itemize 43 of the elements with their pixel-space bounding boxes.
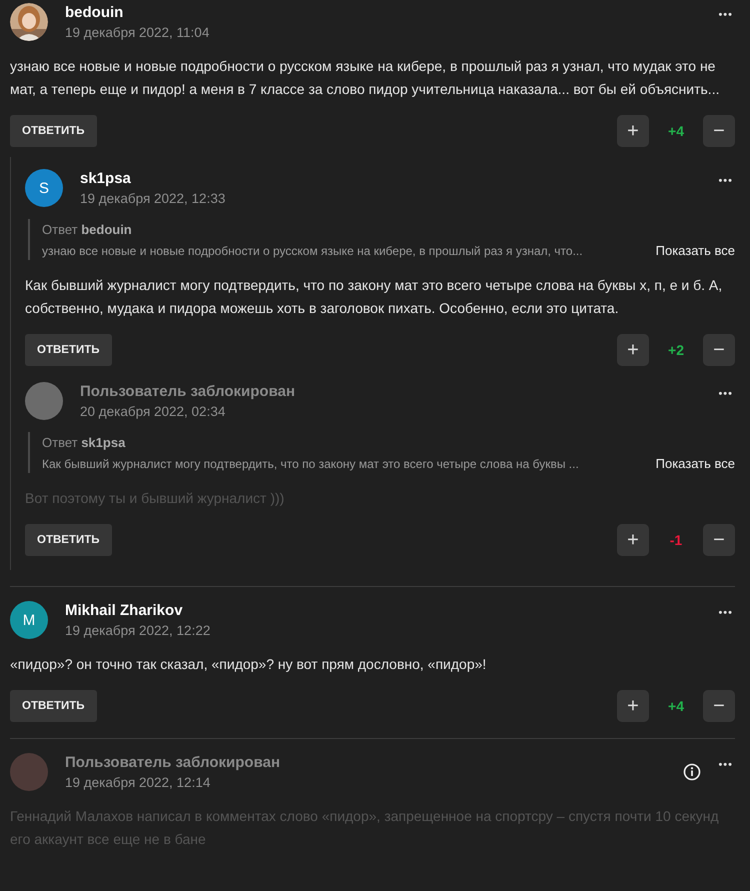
user-avatar: S bbox=[25, 169, 63, 207]
author-name[interactable]: bedouin bbox=[65, 4, 124, 21]
info-icon[interactable] bbox=[683, 763, 702, 781]
author-name[interactable]: Mikhail Zharikov bbox=[65, 602, 183, 619]
reply-to-label: Ответ sk1psa bbox=[42, 435, 126, 450]
downvote-button[interactable]: − bbox=[703, 524, 735, 556]
show-all-link[interactable]: Показать все bbox=[656, 456, 735, 471]
comment-date: 19 декабря 2022, 12:14 bbox=[65, 775, 212, 790]
upvote-button[interactable]: + bbox=[617, 524, 649, 556]
comment-date: 19 декабря 2022, 12:33 bbox=[80, 191, 226, 206]
vote-score: +4 bbox=[667, 123, 685, 139]
reply-button[interactable]: ОТВЕТИТЬ bbox=[25, 524, 112, 556]
upvote-button[interactable]: + bbox=[617, 115, 649, 147]
vote-score: +2 bbox=[667, 342, 685, 358]
more-button[interactable]: ••• bbox=[716, 388, 735, 400]
upvote-button[interactable]: + bbox=[617, 690, 649, 722]
more-button[interactable]: ••• bbox=[716, 759, 735, 771]
vote-score: -1 bbox=[668, 532, 684, 548]
upvote-button[interactable]: + bbox=[617, 334, 649, 366]
comment-date: 20 декабря 2022, 02:34 bbox=[80, 404, 226, 419]
comment-date: 19 декабря 2022, 12:22 bbox=[65, 623, 212, 638]
downvote-button[interactable]: − bbox=[703, 690, 735, 722]
comment-text: узнаю все новые и новые подробности о русском языке на кибере, в прошлый раз я узнал, что мудак это не мат, а теперь еще и пидор! а меня в 7 классе за слово пидор учительница наказала... вот бы ей объяснить... bbox=[10, 57, 720, 99]
reply-button[interactable]: ОТВЕТИТЬ bbox=[25, 334, 112, 366]
quoted-text: узнаю все новые и новые подробности о русском языке на кибере, в прошлый раз я узнал, что... bbox=[42, 244, 583, 258]
reply-button[interactable]: ОТВЕТИТЬ bbox=[10, 115, 97, 147]
user-avatar: M bbox=[10, 601, 48, 639]
author-name[interactable]: Пользователь заблокирован bbox=[80, 383, 296, 400]
author-name[interactable]: Пользователь заблокирован bbox=[65, 754, 280, 771]
more-button[interactable]: ••• bbox=[716, 9, 735, 21]
vote-score: +4 bbox=[667, 698, 685, 714]
comment-text: Как бывший журналист могу подтвердить, что по закону мат это всего четыре слова на буквы х, п, е и б. А, собственно, мудака и пидора можешь хоть в заголовок пихать. Особенно, если это цитата. bbox=[25, 276, 724, 318]
more-button[interactable]: ••• bbox=[716, 607, 735, 619]
author-name[interactable]: sk1psa bbox=[80, 170, 131, 187]
show-all-link[interactable]: Показать все bbox=[656, 243, 735, 258]
reply-to-label: Ответ bedouin bbox=[42, 222, 132, 237]
quoted-text: Как бывший журналист могу подтвердить, что по закону мат это всего четыре слова на буквы ... bbox=[42, 457, 579, 471]
downvote-button[interactable]: − bbox=[703, 334, 735, 366]
reply-button[interactable]: ОТВЕТИТЬ bbox=[10, 690, 97, 722]
comment-date: 19 декабря 2022, 11:04 bbox=[65, 25, 210, 40]
comment-text: «пидор»? он точно так сказал, «пидор»? ну вот прям дословно, «пидор»! bbox=[10, 655, 488, 674]
downvote-button[interactable]: − bbox=[703, 115, 735, 147]
more-button[interactable]: ••• bbox=[716, 175, 735, 187]
